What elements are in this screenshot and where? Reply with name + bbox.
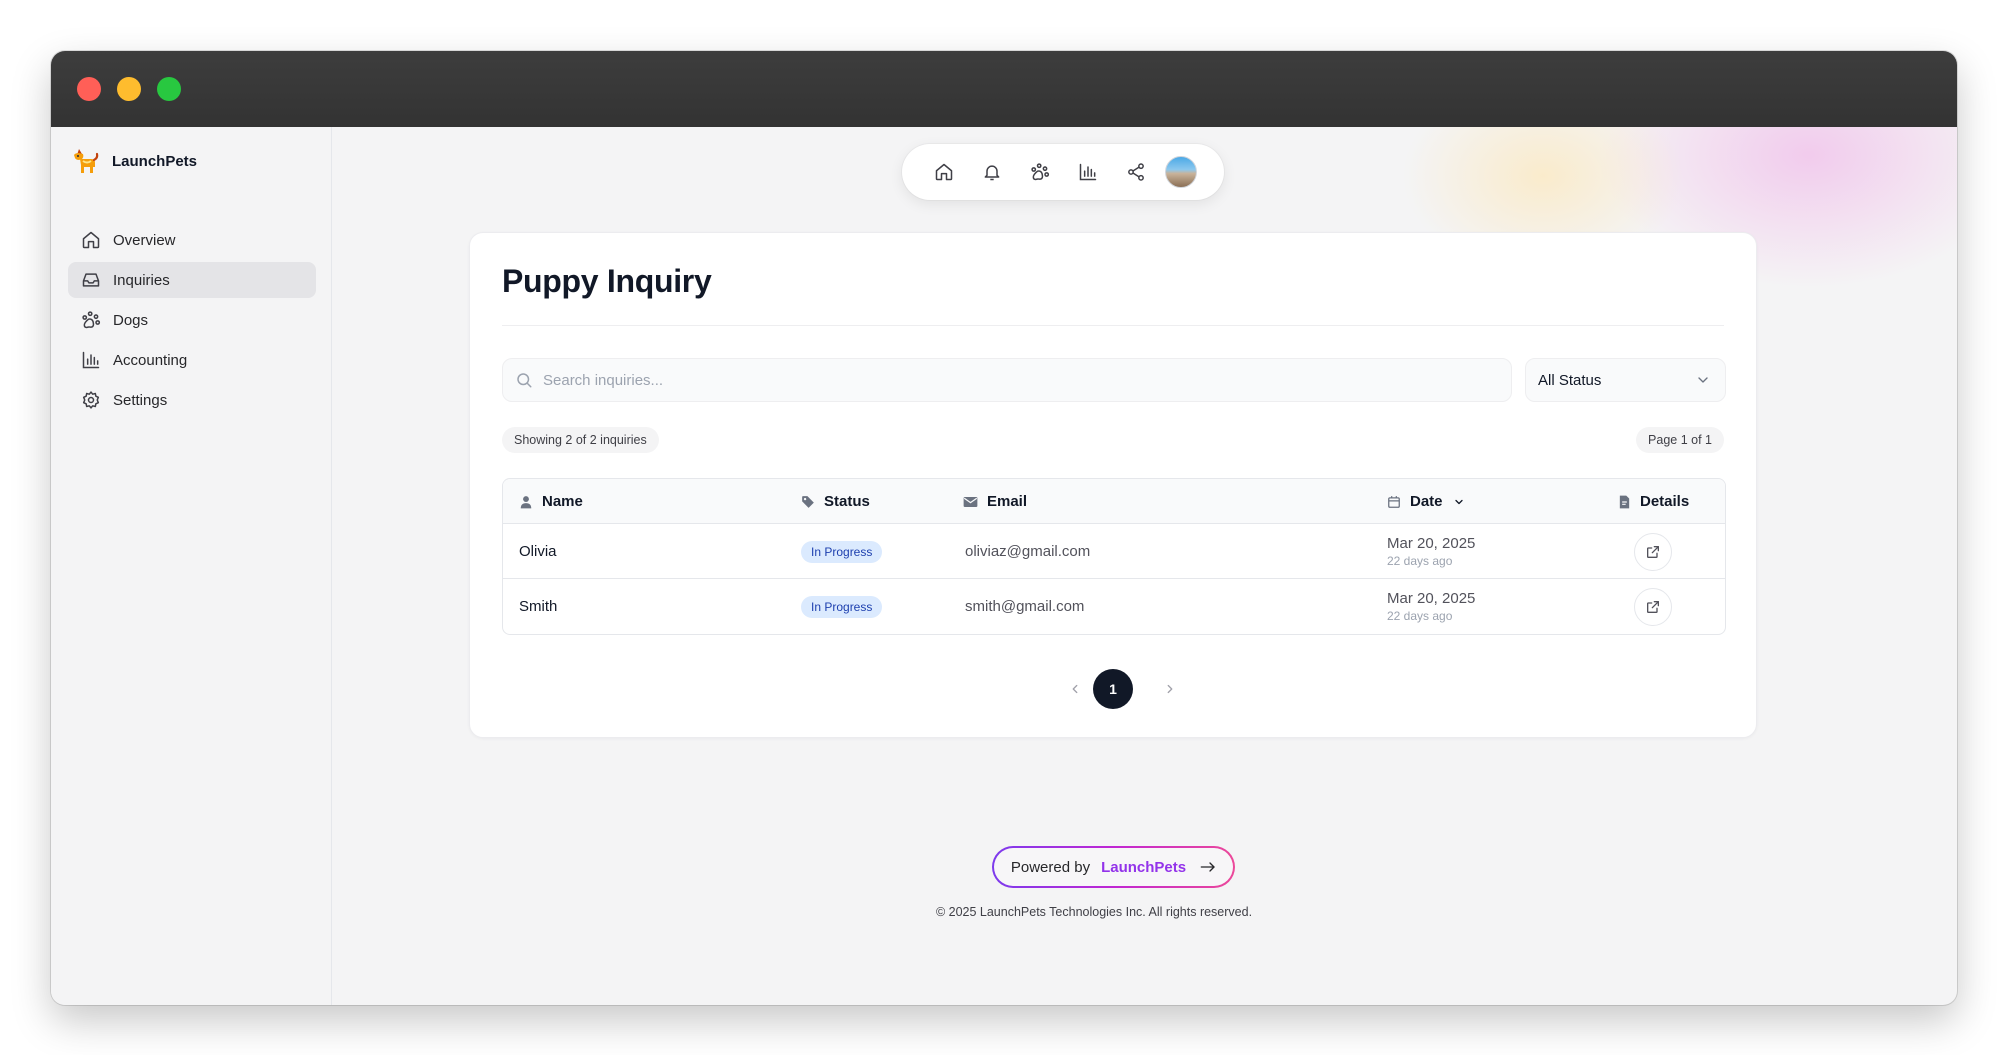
avatar[interactable] (1165, 156, 1197, 188)
external-link-icon (1647, 545, 1659, 558)
brand-name: LaunchPets (112, 152, 198, 170)
date-value: Mar 20, 2025 (1387, 535, 1476, 552)
column-label: Status (824, 493, 870, 510)
page-1-button[interactable]: 1 (1093, 669, 1133, 709)
next-page-button[interactable] (1159, 678, 1181, 700)
bell-icon[interactable] (968, 152, 1016, 192)
main-content: Puppy Inquiry All Status Showing 2 of 2 … (332, 127, 1957, 1005)
chevron-down-icon (1695, 372, 1711, 388)
search-box (502, 358, 1512, 402)
status-filter-value: All Status (1538, 371, 1602, 389)
minimize-window-button[interactable] (117, 77, 141, 101)
status-badge: In Progress (801, 540, 883, 563)
title-bar (51, 51, 1957, 127)
bar-chart-icon[interactable] (1064, 152, 1112, 192)
inbox-icon (81, 270, 101, 290)
powered-by-brand: LaunchPets (1101, 858, 1187, 876)
sidebar-item-overview[interactable]: Overview (68, 222, 316, 258)
cell-date: Mar 20, 2025 22 days ago (1387, 524, 1475, 579)
mail-icon (963, 495, 978, 509)
bar-chart-icon (81, 350, 101, 370)
status-filter-select[interactable]: All Status (1525, 358, 1726, 402)
cell-details (1634, 524, 1672, 579)
inquiry-card: Puppy Inquiry All Status Showing 2 of 2 … (469, 232, 1757, 738)
sidebar-item-label: Settings (113, 391, 168, 409)
column-header-name: Name (519, 479, 583, 524)
external-link-icon (1647, 600, 1659, 613)
cell-details (1634, 579, 1672, 634)
tag-icon (801, 495, 815, 509)
cell-email: smith@gmail.com (965, 598, 1085, 615)
column-label: Date (1410, 493, 1443, 510)
chevron-left-icon (1072, 684, 1078, 694)
share-icon[interactable] (1112, 152, 1160, 192)
pagination: 1 (470, 669, 1756, 709)
maximize-window-button[interactable] (157, 77, 181, 101)
sidebar-item-accounting[interactable]: Accounting (68, 342, 316, 378)
date-relative: 22 days ago (1387, 554, 1453, 568)
open-details-button[interactable] (1634, 587, 1672, 626)
open-details-button[interactable] (1634, 532, 1672, 571)
table-row[interactable]: Olivia In Progress oliviaz@gmail.com Mar… (503, 524, 1725, 579)
inquiries-table: Name Status Email Date Details Olivia In… (502, 478, 1726, 635)
sidebar-item-settings[interactable]: Settings (68, 382, 316, 418)
cell-name: Smith (519, 598, 558, 615)
top-nav-bar (902, 144, 1224, 200)
sort-chevron-icon (1453, 496, 1465, 508)
previous-page-button[interactable] (1064, 678, 1086, 700)
powered-by-content: Powered by LaunchPets (994, 848, 1233, 886)
home-icon[interactable] (920, 152, 968, 192)
column-header-date[interactable]: Date (1387, 479, 1465, 524)
brand[interactable]: LaunchPets (70, 146, 197, 176)
dog-logo-icon (74, 149, 99, 173)
paw-icon[interactable] (1016, 152, 1064, 192)
powered-by-button[interactable]: Powered by LaunchPets (992, 846, 1235, 888)
cell-status: In Progress (801, 579, 883, 634)
sidebar-item-label: Dogs (113, 311, 149, 329)
chevron-right-icon (1167, 684, 1173, 694)
column-label: Name (542, 493, 583, 510)
page-indicator: Page 1 of 1 (1636, 427, 1724, 453)
home-icon (81, 230, 101, 250)
status-badge: In Progress (801, 595, 883, 618)
search-icon (515, 371, 533, 389)
sidebar: LaunchPets Overview Inquiries Dogs Accou… (51, 127, 332, 1005)
date-value: Mar 20, 2025 (1387, 590, 1476, 607)
date-relative: 22 days ago (1387, 609, 1453, 623)
table-header: Name Status Email Date Details (503, 479, 1725, 524)
cell-name: Olivia (519, 543, 557, 560)
results-count: Showing 2 of 2 inquiries (502, 427, 659, 453)
copyright-text: © 2025 LaunchPets Technologies Inc. All … (935, 905, 1253, 919)
sidebar-item-dogs[interactable]: Dogs (68, 302, 316, 338)
page-title: Puppy Inquiry (502, 263, 712, 299)
sidebar-nav: Overview Inquiries Dogs Accounting Setti… (68, 222, 316, 422)
column-header-email: Email (963, 479, 1027, 524)
column-header-status: Status (801, 479, 870, 524)
document-icon (1618, 495, 1631, 509)
gear-icon (81, 390, 101, 410)
column-label: Details (1640, 493, 1690, 510)
search-input[interactable] (543, 371, 1443, 389)
arrow-right-icon (1200, 861, 1216, 873)
sidebar-item-label: Inquiries (113, 271, 170, 289)
sidebar-item-label: Overview (113, 231, 176, 249)
paw-icon (81, 310, 101, 330)
divider (502, 325, 1724, 326)
sidebar-item-inquiries[interactable]: Inquiries (68, 262, 316, 298)
calendar-icon (1387, 495, 1401, 509)
close-window-button[interactable] (77, 77, 101, 101)
table-row[interactable]: Smith In Progress smith@gmail.com Mar 20… (503, 579, 1725, 634)
cell-status: In Progress (801, 524, 883, 579)
app-window: LaunchPets Overview Inquiries Dogs Accou… (51, 51, 1957, 1005)
user-icon (519, 495, 533, 509)
cell-email: oliviaz@gmail.com (965, 543, 1091, 560)
powered-by-label: Powered by (1010, 858, 1091, 876)
cell-date: Mar 20, 2025 22 days ago (1387, 579, 1475, 634)
column-header-details: Details (1618, 479, 1689, 524)
column-label: Email (987, 493, 1028, 510)
sidebar-item-label: Accounting (113, 351, 188, 369)
